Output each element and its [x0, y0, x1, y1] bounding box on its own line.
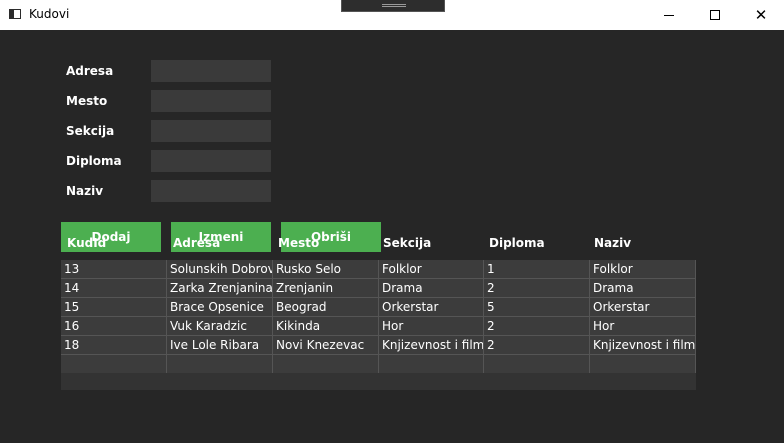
table-cell[interactable]: 18 [61, 336, 167, 355]
data-grid[interactable]: 13 Solunskih Dobrovoljaca Rusko Selo Fol… [61, 260, 696, 390]
minimize-button[interactable] [646, 0, 692, 30]
empty-cell[interactable] [379, 355, 484, 374]
table-cell[interactable]: 16 [61, 317, 167, 336]
maximize-icon [710, 10, 720, 20]
new-row[interactable] [61, 355, 696, 374]
table-cell[interactable]: 13 [61, 260, 167, 279]
column-header-kudid[interactable]: KudId [67, 236, 106, 250]
table-row[interactable]: 13 Solunskih Dobrovoljaca Rusko Selo Fol… [61, 260, 696, 279]
maximize-button[interactable] [692, 0, 738, 30]
table-cell[interactable]: Beograd [273, 298, 379, 317]
table-cell[interactable]: Solunskih Dobrovoljaca [167, 260, 273, 279]
window-icon [9, 9, 21, 19]
table-cell[interactable]: 2 [484, 336, 590, 355]
sekcija-label: Sekcija [66, 124, 115, 138]
column-header-diploma[interactable]: Diploma [489, 236, 545, 250]
horizontal-scrollbar[interactable] [61, 373, 696, 390]
mesto-label: Mesto [66, 94, 108, 108]
close-icon: ✕ [754, 5, 768, 24]
diploma-input[interactable] [151, 150, 271, 172]
column-header-mesto[interactable]: Mesto [278, 236, 319, 250]
column-header-adresa[interactable]: Adresa [173, 236, 220, 250]
table-cell[interactable]: 1 [484, 260, 590, 279]
table-cell[interactable]: Zrenjanin [273, 279, 379, 298]
table-cell[interactable]: 5 [484, 298, 590, 317]
adresa-label: Adresa [66, 64, 114, 78]
close-button[interactable]: ✕ [738, 0, 784, 30]
column-header-naziv[interactable]: Naziv [594, 236, 631, 250]
minimize-icon [664, 14, 674, 16]
table-cell[interactable]: 14 [61, 279, 167, 298]
table-cell[interactable]: Drama [379, 279, 484, 298]
table-cell[interactable]: Hor [590, 317, 696, 336]
table-cell[interactable]: 2 [484, 317, 590, 336]
empty-cell[interactable] [484, 355, 590, 374]
table-cell[interactable]: 15 [61, 298, 167, 317]
empty-cell[interactable] [590, 355, 696, 374]
naziv-label: Naziv [66, 184, 104, 198]
table-cell[interactable]: Folklor [590, 260, 696, 279]
naziv-input[interactable] [151, 180, 271, 202]
table-cell[interactable]: Kikinda [273, 317, 379, 336]
table-row[interactable]: 16 Vuk Karadzic Kikinda Hor 2 Hor [61, 317, 696, 336]
table-row[interactable]: 18 Ive Lole Ribara Novi Knezevac Knjizev… [61, 336, 696, 355]
table-cell[interactable]: Hor [379, 317, 484, 336]
table-cell[interactable]: Drama [590, 279, 696, 298]
empty-cell[interactable] [61, 355, 167, 374]
empty-cell[interactable] [273, 355, 379, 374]
window-title: Kudovi [29, 7, 70, 21]
empty-cell[interactable] [167, 355, 273, 374]
drag-handle[interactable] [341, 0, 445, 12]
table-cell[interactable]: Knjizevnost i film [590, 336, 696, 355]
table-cell[interactable]: Zarka Zrenjanina [167, 279, 273, 298]
adresa-input[interactable] [151, 60, 271, 82]
table-cell[interactable]: Brace Opsenice [167, 298, 273, 317]
title-bar[interactable]: Kudovi ✕ [0, 0, 784, 30]
table-cell[interactable]: Folklor [379, 260, 484, 279]
sekcija-input[interactable] [151, 120, 271, 142]
table-cell[interactable]: Rusko Selo [273, 260, 379, 279]
table-cell[interactable]: Orkerstar [379, 298, 484, 317]
table-row[interactable]: 14 Zarka Zrenjanina Zrenjanin Drama 2 Dr… [61, 279, 696, 298]
table-cell[interactable]: Ive Lole Ribara [167, 336, 273, 355]
table-cell[interactable]: Orkerstar [590, 298, 696, 317]
column-header-sekcija[interactable]: Sekcija [383, 236, 431, 250]
diploma-label: Diploma [66, 154, 122, 168]
table-cell[interactable]: Vuk Karadzic [167, 317, 273, 336]
table-row[interactable]: 15 Brace Opsenice Beograd Orkerstar 5 Or… [61, 298, 696, 317]
table-cell[interactable]: Novi Knezevac [273, 336, 379, 355]
table-cell[interactable]: Knjizevnost i film [379, 336, 484, 355]
table-cell[interactable]: 2 [484, 279, 590, 298]
mesto-input[interactable] [151, 90, 271, 112]
table-header: KudId Adresa Mesto Sekcija Diploma Naziv [61, 232, 696, 260]
